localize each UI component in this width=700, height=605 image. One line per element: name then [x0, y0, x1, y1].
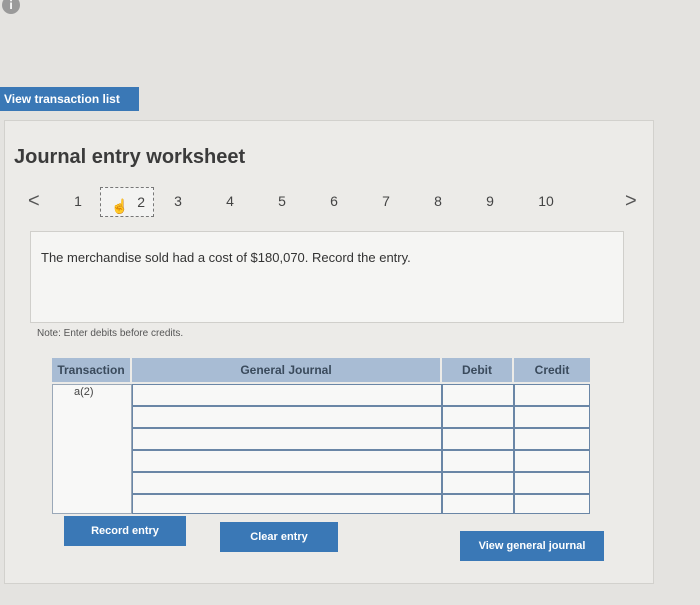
- page-10[interactable]: 10: [531, 193, 561, 209]
- debit-input-row-1[interactable]: [442, 384, 514, 406]
- credit-input-row-3[interactable]: [514, 428, 590, 450]
- header-credit: Credit: [514, 358, 590, 382]
- info-icon: i: [2, 0, 20, 14]
- page-5[interactable]: 5: [267, 193, 297, 209]
- page-2-label: 2: [137, 194, 145, 210]
- prompt-text: The merchandise sold had a cost of $180,…: [41, 250, 411, 265]
- credit-input-row-5[interactable]: [514, 472, 590, 494]
- account-input-row-5[interactable]: [132, 472, 442, 494]
- credit-input-row-2[interactable]: [514, 406, 590, 428]
- page-8[interactable]: 8: [423, 193, 453, 209]
- hand-cursor-icon: ☝: [111, 198, 129, 214]
- credit-input-row-1[interactable]: [514, 384, 590, 406]
- next-page-icon[interactable]: >: [625, 190, 637, 213]
- page-1[interactable]: 1: [63, 193, 93, 209]
- debit-input-row-5[interactable]: [442, 472, 514, 494]
- journal-table: Transaction General Journal Debit Credit…: [52, 358, 590, 516]
- prompt-box: The merchandise sold had a cost of $180,…: [30, 231, 624, 323]
- page-9[interactable]: 9: [475, 193, 505, 209]
- header-transaction: Transaction: [52, 358, 130, 382]
- header-debit: Debit: [442, 358, 512, 382]
- debit-input-row-3[interactable]: [442, 428, 514, 450]
- page-navigator: 1 2 ☝ 3 4 5 6 7 8 9 10: [55, 187, 575, 217]
- transaction-value: a(2): [74, 386, 94, 398]
- page-6[interactable]: 6: [319, 193, 349, 209]
- header-general-journal: General Journal: [132, 358, 440, 382]
- debit-input-row-2[interactable]: [442, 406, 514, 428]
- credit-input-row-4[interactable]: [514, 450, 590, 472]
- debit-input-row-4[interactable]: [442, 450, 514, 472]
- note-text: Note: Enter debits before credits.: [37, 328, 184, 339]
- page-4[interactable]: 4: [215, 193, 245, 209]
- account-input-row-1[interactable]: [132, 384, 442, 406]
- view-transaction-list-button[interactable]: View transaction list: [0, 87, 139, 111]
- page-3[interactable]: 3: [163, 193, 193, 209]
- view-general-journal-button[interactable]: View general journal: [460, 531, 604, 561]
- credit-input-row-6[interactable]: [514, 494, 590, 514]
- account-input-row-2[interactable]: [132, 406, 442, 428]
- prev-page-icon[interactable]: <: [28, 190, 40, 213]
- transaction-column: [52, 384, 132, 514]
- account-input-row-3[interactable]: [132, 428, 442, 450]
- debit-input-row-6[interactable]: [442, 494, 514, 514]
- account-input-row-6[interactable]: [132, 494, 442, 514]
- clear-entry-button[interactable]: Clear entry: [220, 522, 338, 552]
- record-entry-button[interactable]: Record entry: [64, 516, 186, 546]
- page-7[interactable]: 7: [371, 193, 401, 209]
- page-2[interactable]: 2 ☝: [100, 187, 154, 217]
- account-input-row-4[interactable]: [132, 450, 442, 472]
- page-title: Journal entry worksheet: [14, 146, 246, 168]
